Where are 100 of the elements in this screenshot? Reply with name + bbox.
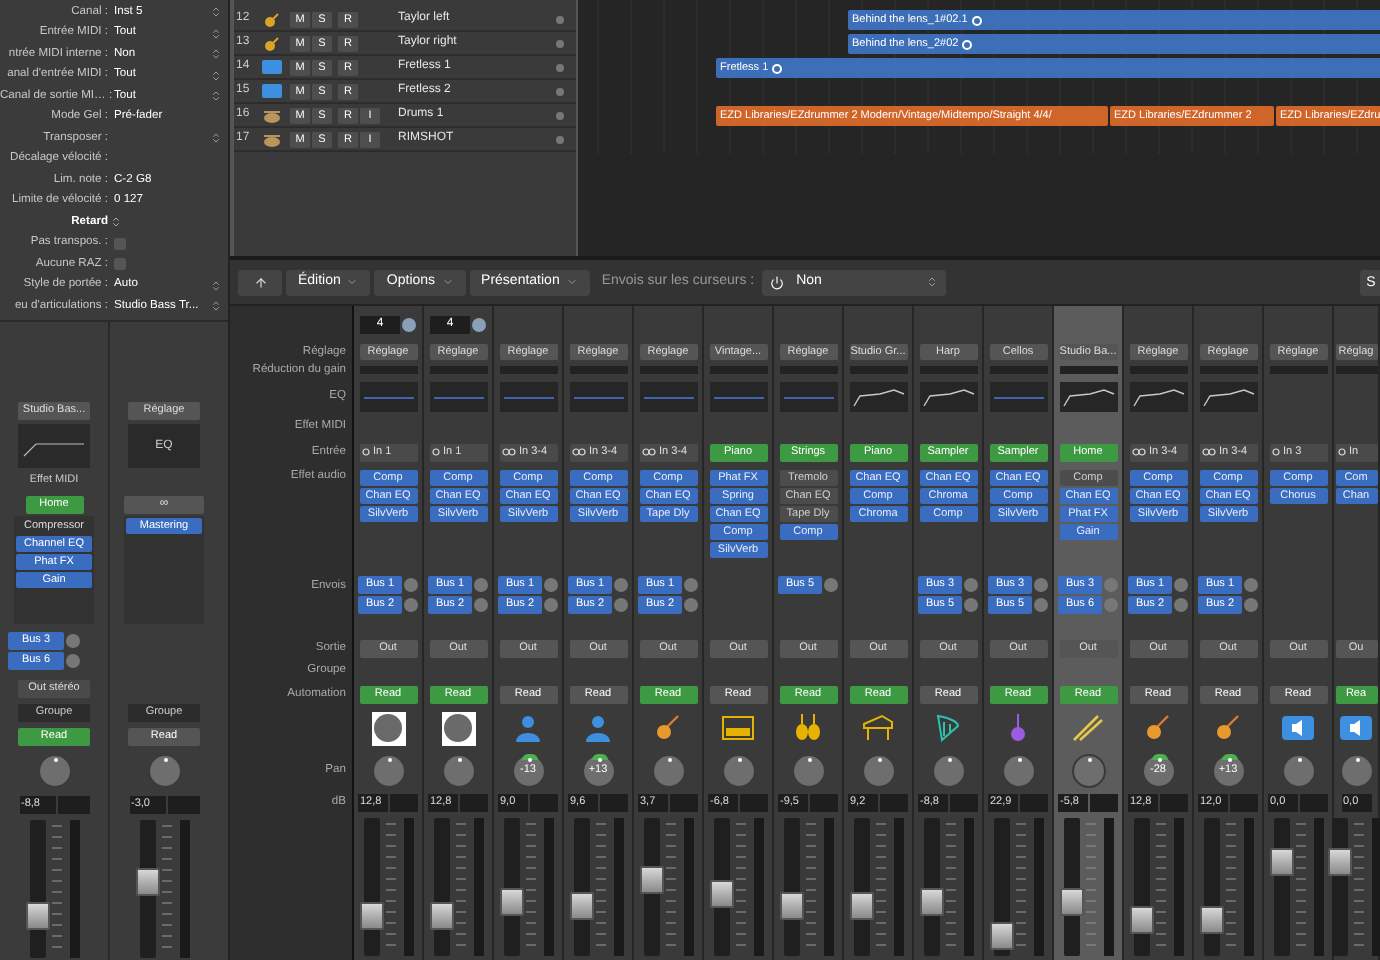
up-button[interactable] [238,269,282,295]
eq-thumbnail[interactable] [639,381,697,411]
fader-thumb[interactable] [639,865,663,894]
track-knob-icon[interactable] [556,39,564,47]
eq-thumbnail[interactable] [1129,381,1187,411]
pan-knob[interactable] [861,753,895,787]
fader-scale-drawing [159,820,175,952]
harp-icon [934,714,962,742]
fader-scale-drawing [663,818,679,950]
stereo-circles-icon [1131,448,1145,456]
pan-knob[interactable] [1001,753,1035,787]
send-level-knob[interactable] [824,578,838,592]
fader-thumb[interactable] [709,880,733,909]
eq-thumbnail[interactable] [499,381,557,411]
piano-icon [862,714,894,742]
peak-field [460,793,488,811]
drum-kit-icon [262,131,282,147]
violins-icon [792,714,824,742]
pan-knob[interactable] [721,753,755,787]
fader-thumb[interactable] [499,888,523,917]
eq-thumbnail[interactable] [989,381,1047,411]
guitar-icon [264,11,280,27]
avatar-icon [441,711,475,745]
knob-indicator [1297,757,1301,761]
peak-field [1020,793,1048,811]
pan-knob[interactable] [147,753,181,787]
pan-arc [1221,753,1237,759]
fader-thumb[interactable] [359,902,383,931]
stereo-circles-icon [571,448,585,456]
checkbox[interactable] [114,258,126,271]
knob-indicator [457,757,461,761]
knob-icon[interactable] [402,317,416,331]
track-knob-icon[interactable] [556,15,564,23]
fader-scale-drawing [1153,818,1169,950]
fader-thumb[interactable] [849,891,873,920]
knob-indicator [947,757,951,761]
knob-indicator [807,757,811,761]
fader-thumb[interactable] [1059,888,1083,917]
fader-thumb[interactable] [1199,905,1223,934]
peak-field [740,793,768,811]
fader-thumb[interactable] [989,922,1013,951]
fader-thumb[interactable] [1129,905,1153,934]
track-knob-icon[interactable] [556,111,564,119]
peak-field [670,793,698,811]
fader-scale-drawing [49,820,65,952]
eq-thumbnail[interactable] [429,381,487,411]
fader-scale-drawing [383,818,399,950]
knob-indicator [163,757,167,761]
pan-knob[interactable] [651,753,685,787]
track-knob-icon[interactable] [556,87,564,95]
pan-knob[interactable] [1071,753,1105,787]
peak-field [880,793,908,811]
knob-indicator [387,757,391,761]
fader-scale-drawing [803,818,819,950]
track-knob-icon[interactable] [556,135,564,143]
fader-thumb[interactable] [429,902,453,931]
eq-thumbnail[interactable] [359,381,417,411]
pan-knob[interactable] [371,753,405,787]
knob-indicator [667,757,671,761]
eq-thumbnail[interactable] [1199,381,1257,411]
speaker-icon [1282,716,1314,740]
checkbox[interactable] [114,237,126,250]
fader-thumb[interactable] [779,891,803,920]
pan-knob[interactable] [37,753,71,787]
fader-thumb[interactable] [569,891,593,920]
fader-scale-drawing [873,818,889,950]
power-icon [770,275,785,289]
fader-thumb[interactable] [1327,848,1351,877]
violin-icon [1006,714,1030,742]
eq-thumbnail[interactable] [1059,381,1117,411]
eq-thumbnail[interactable] [18,424,90,468]
fader-thumb[interactable] [25,901,49,930]
guitar-icon [654,714,682,742]
pan-knob[interactable] [1281,753,1315,787]
fader-thumb[interactable] [1269,848,1293,877]
fader-thumb[interactable] [135,867,159,896]
drumsticks-icon [1072,714,1104,742]
pan-arc [591,753,607,759]
knob-indicator [877,757,881,761]
eq-thumbnail[interactable] [569,381,627,411]
knob-indicator [737,757,741,761]
keyboard-icon [722,716,754,740]
mono-circle-icon [1271,448,1279,456]
fader-thumb[interactable] [919,888,943,917]
pan-knob[interactable] [441,753,475,787]
chevron-icon [565,276,578,288]
pan-knob[interactable] [791,753,825,787]
pan-knob[interactable] [1339,753,1373,787]
peak-field [1160,793,1188,811]
knob-icon[interactable] [472,317,486,331]
eq-thumbnail[interactable] [709,381,767,411]
track-knob-icon[interactable] [556,63,564,71]
fader-scale-drawing [733,818,749,950]
pan-knob[interactable] [931,753,965,787]
peak-field [167,795,199,813]
eq-thumbnail[interactable] [919,381,977,411]
eq-thumbnail[interactable] [779,381,837,411]
pan-arc [1151,753,1167,759]
eq-thumbnail[interactable] [849,381,907,411]
mono-circle-icon [361,448,369,456]
